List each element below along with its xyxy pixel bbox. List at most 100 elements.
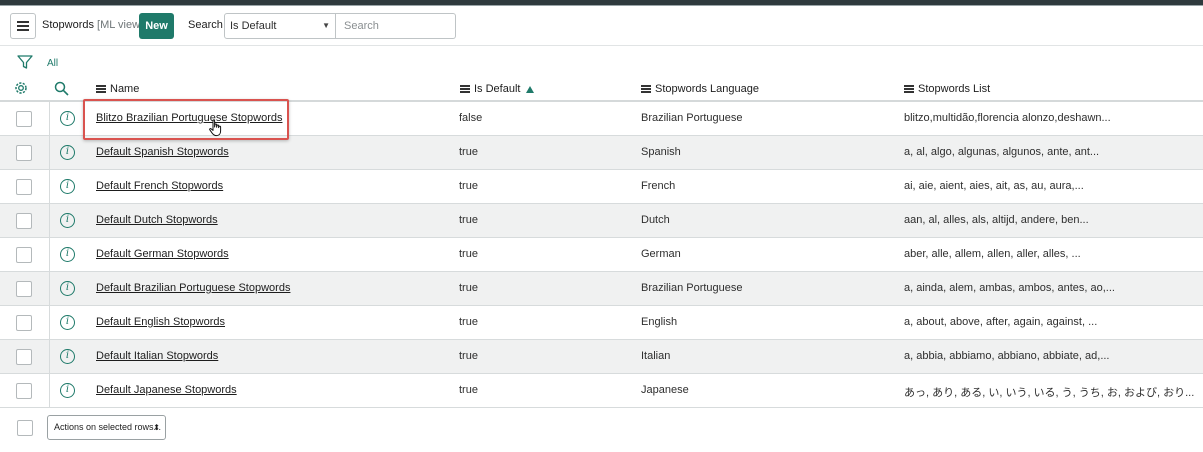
info-icon[interactable]: i [60,281,75,296]
dropdown-arrow-icon: ▼ [322,21,330,30]
actions-label: Actions on selected rows... [54,422,162,432]
row-select-cell [0,170,50,203]
row-checkbox[interactable] [16,349,32,365]
row-checkbox[interactable] [16,281,32,297]
table-row: i Default Japanese Stopwords true Japane… [0,374,1203,408]
stopwords-list-cell: a, al, algo, algunas, algunos, ante, ant… [904,146,1100,158]
record-link[interactable]: Default French Stopwords [96,180,223,192]
record-link[interactable]: Default Brazilian Portuguese Stopwords [96,282,290,294]
table-title: Stopwords [42,19,94,31]
stopwords-list-cell: a, ainda, alem, ambas, ambos, antes, ao,… [904,282,1115,294]
column-header-label: Stopwords List [918,83,991,95]
is-default-cell: true [459,146,478,158]
column-header-label: Stopwords Language [655,83,759,95]
info-icon[interactable]: i [60,349,75,364]
column-header-list[interactable]: Stopwords List [904,83,990,95]
is-default-cell: true [459,316,478,328]
column-header-language[interactable]: Stopwords Language [641,83,759,95]
filter-icon[interactable] [17,54,33,70]
search-label: Search [188,19,223,31]
column-header-label: Name [110,83,140,95]
list-menu-button[interactable] [10,13,36,39]
language-cell: Brazilian Portuguese [641,282,743,294]
info-icon[interactable]: i [60,145,75,160]
table-row: i Default English Stopwords true English… [0,306,1203,340]
actions-select[interactable]: Actions on selected rows... ⬍ [47,415,166,440]
table-row: i Default French Stopwords true French a… [0,170,1203,204]
column-menu-icon[interactable] [460,85,470,93]
language-cell: German [641,248,681,260]
filter-breadcrumb-all[interactable]: All [47,58,58,69]
stopwords-list-cell: a, about, above, after, again, against, … [904,316,1098,328]
record-link[interactable]: Default English Stopwords [96,316,225,328]
language-cell: Brazilian Portuguese [641,112,743,124]
row-checkbox[interactable] [16,111,32,127]
row-checkbox[interactable] [16,213,32,229]
is-default-cell: true [459,214,478,226]
column-header-label: Is Default [474,83,521,95]
record-link[interactable]: Default German Stopwords [96,248,229,260]
column-menu-icon[interactable] [641,85,651,93]
row-select-cell [0,306,50,339]
row-select-cell [0,340,50,373]
language-cell: English [641,316,678,328]
view-name: [ML view] [97,19,144,31]
row-checkbox[interactable] [16,315,32,331]
row-select-cell [0,238,50,271]
table-row: i Default Dutch Stopwords true Dutch aan… [0,204,1203,238]
row-checkbox[interactable] [16,247,32,263]
page-title: Stopwords [ML view] [42,19,143,31]
column-menu-icon[interactable] [904,85,914,93]
language-cell: Italian [641,350,671,362]
stopwords-list-cell: blitzo,multidão,florencia alonzo,deshawn… [904,112,1111,124]
row-select-cell [0,102,50,135]
info-icon[interactable]: i [60,213,75,228]
hand-cursor-icon [209,119,222,137]
search-input[interactable] [336,13,456,39]
info-icon[interactable]: i [60,383,75,398]
is-default-cell: true [459,248,478,260]
record-link[interactable]: Default Spanish Stopwords [96,146,229,158]
record-link[interactable]: Default Italian Stopwords [96,350,218,362]
row-select-cell [0,374,50,407]
column-header-name[interactable]: Name [96,83,139,95]
info-icon[interactable]: i [60,179,75,194]
info-icon[interactable]: i [60,111,75,126]
search-field-value: Is Default [230,20,277,32]
table-row: i Default German Stopwords true German a… [0,238,1203,272]
new-button[interactable]: New [139,13,174,39]
row-checkbox[interactable] [16,179,32,195]
stopwords-list-cell: aber, alle, allem, allen, aller, alles, … [904,248,1081,260]
table-body: i Blitzo Brazilian Portuguese Stopwords … [0,102,1203,408]
stopwords-list-cell: ai, aie, aient, aies, ait, as, au, aura,… [904,180,1084,192]
is-default-cell: true [459,350,478,362]
filter-bar: All [0,50,1203,76]
select-all-checkbox[interactable] [17,420,33,436]
language-cell: Dutch [641,214,670,226]
list-header: Stopwords [ML view] New Search Is Defaul… [0,6,1203,46]
row-select-cell [0,272,50,305]
sort-ascending-icon [526,85,535,93]
stopwords-list-cell: a, abbia, abbiamo, abbiano, abbiate, ad,… [904,350,1110,362]
column-menu-icon[interactable] [96,85,106,93]
record-link[interactable]: Default Japanese Stopwords [96,384,237,396]
stopwords-list-cell: あっ, あり, ある, い, いう, いる, う, うち, お, および, おり… [904,387,1195,399]
info-icon[interactable]: i [60,247,75,262]
is-default-cell: false [459,112,483,124]
list-footer: Actions on selected rows... ⬍ [0,408,1203,452]
updown-arrow-icon: ⬍ [153,423,160,432]
info-icon[interactable]: i [60,315,75,330]
row-checkbox[interactable] [16,383,32,399]
table-row: i Default Italian Stopwords true Italian… [0,340,1203,374]
record-link[interactable]: Default Dutch Stopwords [96,214,218,226]
row-checkbox[interactable] [16,145,32,161]
language-cell: Japanese [641,384,689,396]
is-default-cell: true [459,384,478,396]
stopwords-list-cell: aan, al, alles, als, altijd, andere, ben… [904,214,1089,226]
search-field-select[interactable]: Is Default ▼ [224,13,336,39]
language-cell: Spanish [641,146,681,158]
hamburger-icon [17,21,29,31]
column-header-is-default[interactable]: Is Default [460,83,535,95]
record-link[interactable]: Blitzo Brazilian Portuguese Stopwords [96,112,282,124]
language-cell: French [641,180,676,192]
